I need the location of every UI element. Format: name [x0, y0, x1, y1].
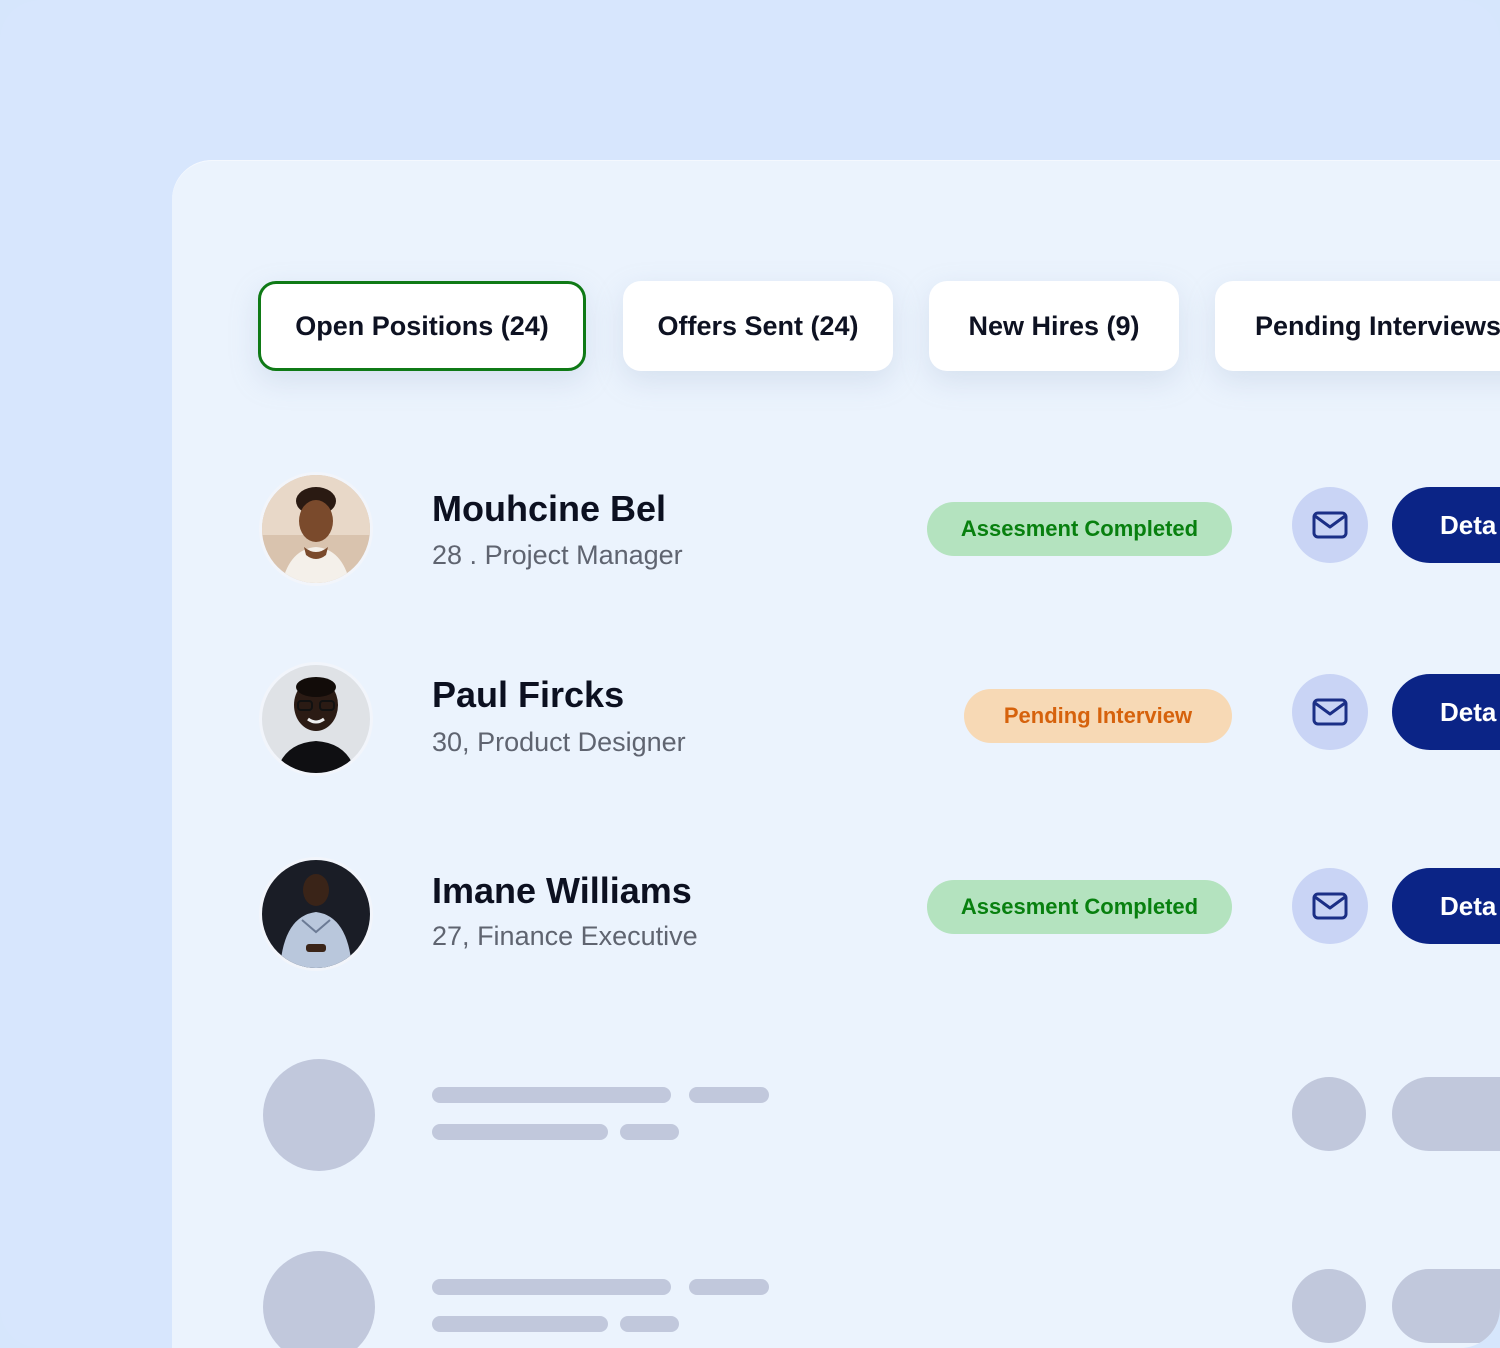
tab-open-positions[interactable]: Open Positions (24) — [258, 281, 586, 371]
candidate-name: Imane Williams — [432, 870, 692, 911]
candidate-age: 27, — [432, 921, 470, 951]
candidate-role: Finance Executive — [477, 921, 698, 951]
candidates-panel: Open Positions (24) Offers Sent (24) New… — [172, 160, 1500, 1348]
avatar — [262, 475, 370, 583]
details-button[interactable]: Deta — [1392, 868, 1500, 944]
status-badge: Assesment Completed — [927, 502, 1232, 556]
skeleton-line — [620, 1316, 679, 1332]
candidate-details: 27, Finance Executive — [432, 921, 698, 952]
candidate-details: 30, Product Designer — [432, 727, 686, 758]
mail-button[interactable] — [1292, 868, 1368, 944]
candidate-row[interactable]: Imane Williams 27, Finance Executive Ass… — [172, 846, 1500, 968]
details-button[interactable]: Deta — [1392, 487, 1500, 563]
candidate-row[interactable]: Mouhcine Bel 28 . Project Manager Assesm… — [172, 465, 1500, 585]
tab-new-hires[interactable]: New Hires (9) — [929, 281, 1179, 371]
skeleton-line — [432, 1124, 608, 1140]
candidate-name: Paul Fircks — [432, 674, 625, 715]
mail-icon — [1312, 892, 1348, 920]
skeleton-line — [432, 1316, 608, 1332]
skeleton-line — [432, 1279, 671, 1295]
app-background: Open Positions (24) Offers Sent (24) New… — [0, 0, 1500, 1348]
candidate-details: 28 . Project Manager — [432, 540, 683, 571]
tab-pending-interviews[interactable]: Pending Interviews — [1215, 281, 1500, 371]
skeleton-button — [1292, 1077, 1366, 1151]
skeleton-avatar — [263, 1059, 375, 1171]
candidate-age: 28 . — [432, 540, 478, 570]
skeleton-button — [1392, 1269, 1500, 1343]
skeleton-line — [689, 1279, 769, 1295]
candidate-row[interactable]: Paul Fircks 30, Product Designer Pending… — [172, 652, 1500, 773]
avatar — [262, 860, 370, 968]
skeleton-avatar — [263, 1251, 375, 1348]
mail-button[interactable] — [1292, 487, 1368, 563]
skeleton-line — [689, 1087, 769, 1103]
candidate-role: Project Manager — [484, 540, 683, 570]
skeleton-line — [432, 1087, 671, 1103]
skeleton-button — [1392, 1077, 1500, 1151]
skeleton-button — [1292, 1269, 1366, 1343]
skeleton-line — [620, 1124, 679, 1140]
mail-icon — [1312, 698, 1348, 726]
candidate-age: 30, — [432, 727, 470, 757]
mail-icon — [1312, 511, 1348, 539]
candidate-name: Mouhcine Bel — [432, 488, 667, 529]
mail-button[interactable] — [1292, 674, 1368, 750]
status-badge: Assesment Completed — [927, 880, 1232, 934]
candidate-role: Product Designer — [477, 727, 686, 757]
details-button[interactable]: Deta — [1392, 674, 1500, 750]
tab-offers-sent[interactable]: Offers Sent (24) — [623, 281, 893, 371]
avatar — [262, 665, 370, 773]
status-badge: Pending Interview — [964, 689, 1232, 743]
